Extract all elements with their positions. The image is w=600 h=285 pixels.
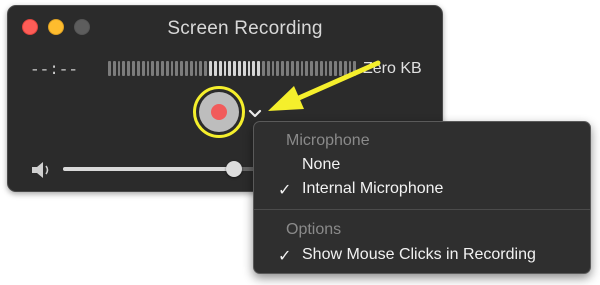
menu-item-none[interactable]: ✓ None [254,154,590,178]
meter-bar [146,61,150,76]
meter-bar [199,61,203,76]
meter-bar [175,61,179,76]
chevron-down-icon[interactable] [247,105,263,121]
meter-bar [209,61,212,76]
menu-separator [254,209,590,210]
meter-bar [185,61,188,76]
meter-bar [160,61,164,76]
meter-bar [237,61,241,76]
meter-bar [252,61,256,76]
meter-bar [194,61,198,76]
checkmark-icon: ✓ [278,248,292,265]
menu-item-label: None [302,156,341,173]
menu-item-label: Internal Microphone [302,180,444,197]
meter-bar [117,61,121,76]
meter-bar [180,61,183,76]
meter-bar [213,61,217,76]
window-title: Screen Recording [167,18,323,39]
meter-bar [156,61,159,76]
meter-bar [257,61,260,76]
meter-bar [170,61,174,76]
record-dot-icon [211,104,227,120]
menu-item-internal-microphone[interactable]: ✓ Internal Microphone [254,178,590,202]
volume-slider-thumb[interactable] [225,161,242,177]
meter-bar [218,61,222,76]
checkmark-icon: ✓ [278,182,292,199]
menu-item-label: Show Mouse Clicks in Recording [302,246,536,263]
speaker-icon [30,161,52,179]
title-bar[interactable]: Screen Recording [8,6,442,46]
meter-bar [141,61,145,76]
record-button[interactable] [199,92,239,132]
meter-bar [223,61,227,76]
meter-bar [242,61,246,76]
meter-bar [204,61,208,76]
meter-bar [122,61,126,76]
recording-options-menu: Microphone ✓ None ✓ Internal Microphone … [253,121,591,274]
meter-bar [247,61,251,76]
meter-bar [151,61,155,76]
meter-bar [136,61,140,76]
meter-bar [112,61,116,76]
menu-header-options: Options [286,221,342,238]
pointer-arrow-icon [268,60,381,111]
volume-slider-fill [63,167,234,171]
meter-bar [127,61,131,76]
meter-bar [189,61,193,76]
menu-header-microphone: Microphone [286,132,370,149]
menu-item-show-mouse-clicks[interactable]: ✓ Show Mouse Clicks in Recording [254,244,590,268]
meter-bar [165,61,169,76]
meter-bar [233,61,236,76]
meter-bar [108,61,111,76]
meter-bar [228,61,232,76]
elapsed-time: --:-- [30,61,79,79]
meter-bar [132,61,135,76]
